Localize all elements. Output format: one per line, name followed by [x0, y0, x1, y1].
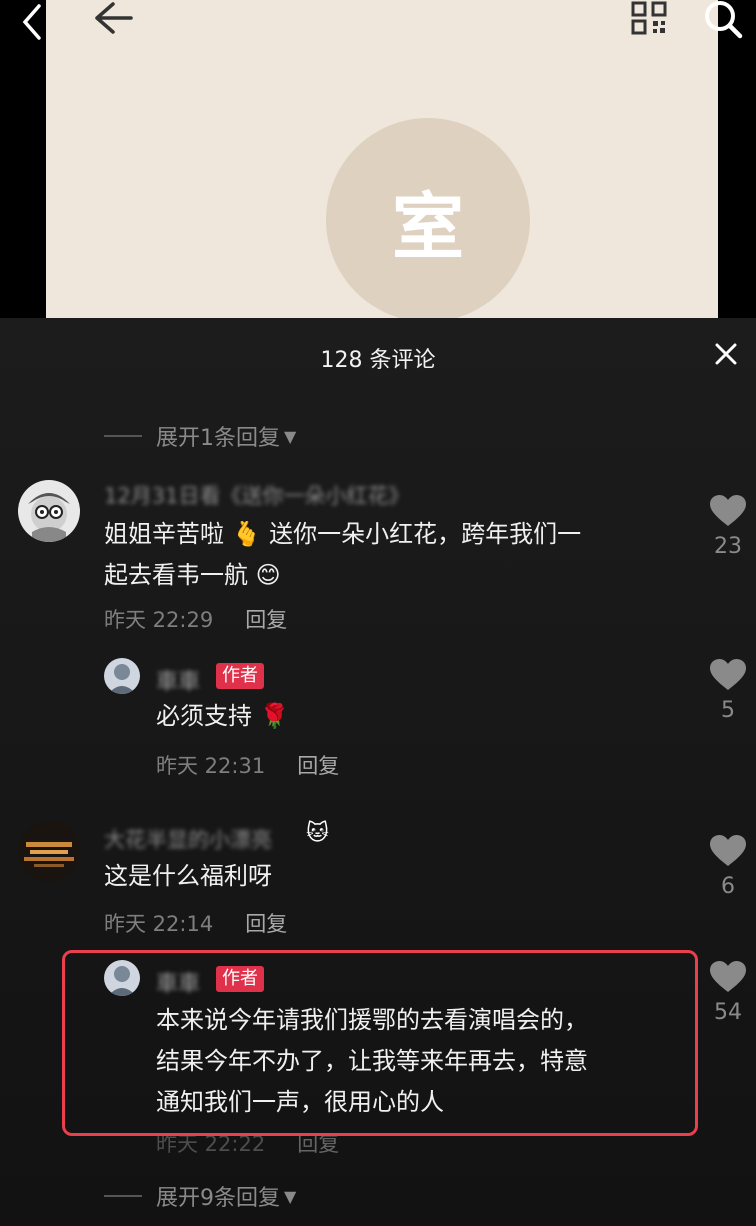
qr-code-icon[interactable]: [630, 0, 670, 36]
comment-text: 必须支持 🌹: [156, 696, 290, 737]
expand-label: 展开1条回复: [156, 426, 280, 451]
cat-emoji: 🐱: [306, 821, 329, 846]
close-icon[interactable]: [710, 338, 742, 370]
comment-count-title: 128 条评论: [320, 348, 436, 373]
like-button[interactable]: 6: [708, 834, 748, 899]
highlight-box: [62, 950, 698, 1136]
back-arrow-icon[interactable]: [92, 0, 134, 36]
heart-icon: [710, 961, 746, 992]
heart-hands-emoji: 🫰: [231, 520, 262, 548]
avatar[interactable]: [18, 820, 80, 882]
like-count: 54: [714, 1000, 742, 1025]
profile-header: 室: [0, 0, 756, 322]
smile-emoji: 😊: [255, 561, 281, 589]
like-count: 6: [721, 874, 735, 899]
comment-line: 必须支持: [156, 702, 252, 730]
heart-icon: [710, 495, 746, 526]
comment-meta: 昨天 22:31 回复: [156, 750, 339, 780]
caret-down-icon: ▼: [284, 1186, 297, 1206]
comment-author[interactable]: 大花半显的小漂亮: [104, 824, 272, 854]
rose-emoji: 🌹: [259, 702, 290, 730]
comment-meta: 昨天 22:29 回复: [104, 604, 287, 634]
profile-avatar[interactable]: 室: [326, 118, 530, 322]
comment-line: 送你一朵小红花，跨年我们一: [269, 520, 582, 548]
comment-time: 昨天 22:29: [104, 608, 214, 632]
like-button[interactable]: 23: [708, 494, 748, 559]
expand-label: 展开9条回复: [156, 1186, 280, 1211]
cover-image: 室: [46, 0, 718, 322]
reply-button[interactable]: 回复: [297, 750, 339, 780]
author-badge: 作者: [216, 663, 264, 689]
back-chevron-icon[interactable]: [14, 4, 50, 40]
like-button[interactable]: 5: [708, 658, 748, 723]
search-icon[interactable]: [700, 0, 746, 40]
comment-author[interactable]: 12月31日看《送你一朵小红花》: [104, 480, 409, 510]
avatar[interactable]: [104, 658, 140, 694]
comment-meta: 昨天 22:14 回复: [104, 908, 287, 938]
reply-button[interactable]: 回复: [245, 604, 287, 634]
avatar-char: 室: [391, 184, 464, 269]
comment-author[interactable]: 車車: [156, 664, 200, 696]
heart-icon: [710, 659, 746, 690]
comment-text: 姐姐辛苦啦 🫰 送你一朵小红花，跨年我们一 起去看韦一航 😊: [104, 514, 684, 596]
heart-icon: [710, 835, 746, 866]
comment-line: 起去看韦一航: [104, 561, 248, 589]
divider: [104, 435, 142, 437]
reply-button[interactable]: 回复: [245, 908, 287, 938]
comment-time: 昨天 22:31: [156, 754, 266, 778]
like-count: 23: [714, 534, 742, 559]
like-count: 5: [721, 698, 735, 723]
caret-down-icon: ▼: [284, 426, 297, 446]
comment-time: 昨天 22:14: [104, 912, 214, 936]
comment-line: 姐姐辛苦啦: [104, 520, 224, 548]
avatar[interactable]: [18, 480, 80, 542]
expand-replies-top[interactable]: 展开1条回复 ▼: [104, 420, 296, 452]
divider: [104, 1195, 142, 1197]
expand-replies-bottom[interactable]: 展开9条回复 ▼: [104, 1180, 296, 1212]
like-button[interactable]: 54: [708, 960, 748, 1025]
comment-text: 这是什么福利呀: [104, 862, 272, 890]
